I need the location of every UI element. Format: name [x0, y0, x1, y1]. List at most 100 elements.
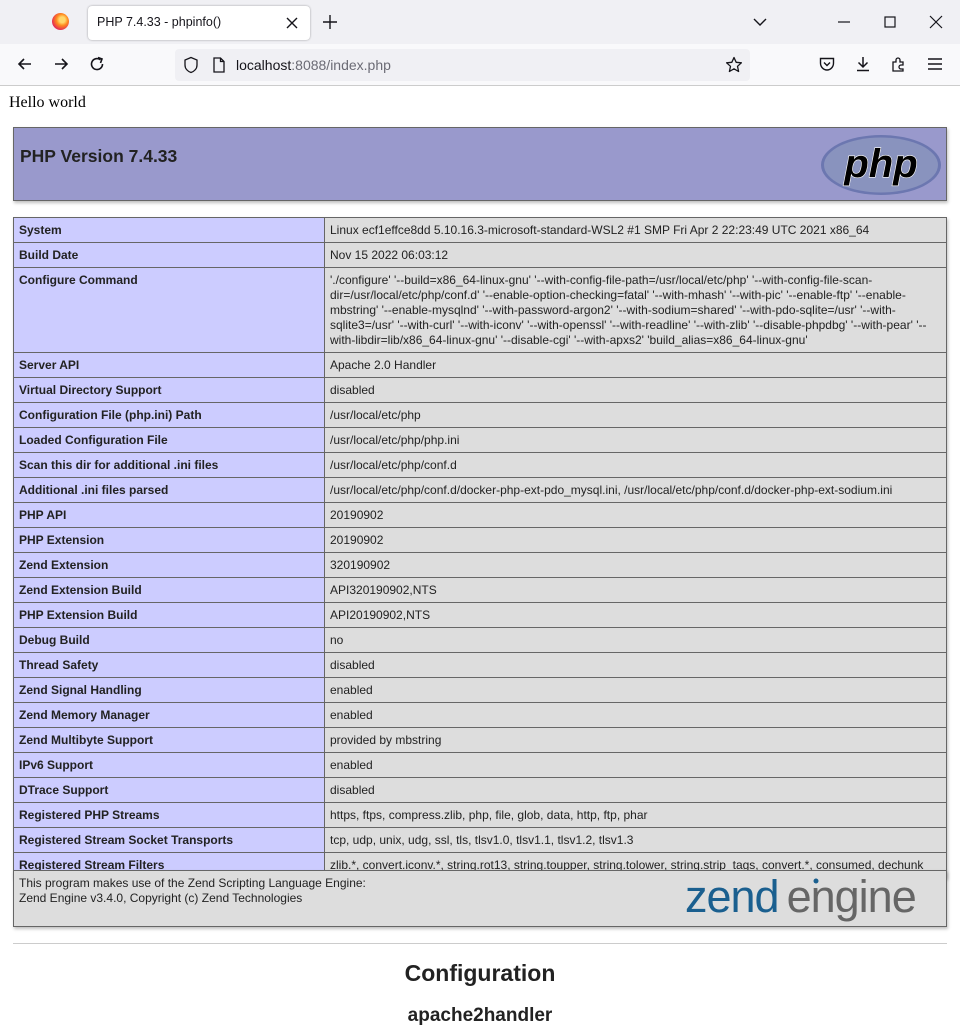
hello-text: Hello world — [9, 94, 86, 111]
info-label: PHP API — [13, 502, 325, 528]
info-label: Additional .ini files parsed — [13, 477, 325, 503]
info-value: provided by mbstring — [324, 727, 947, 753]
info-value: tcp, udp, unix, udg, ssl, tls, tlsv1.0, … — [324, 827, 947, 853]
close-icon[interactable] — [926, 12, 946, 32]
info-row: Build Date Nov 15 2022 06:03:12 — [13, 242, 947, 268]
plus-icon[interactable] — [320, 12, 340, 32]
info-value: disabled — [324, 652, 947, 678]
info-row: System Linux ecf1effce8dd 5.10.16.3-micro… — [13, 217, 947, 243]
navigation-toolbar: localhost:8088/index.php — [0, 44, 960, 86]
zend-line-1: This program makes use of the Zend Scrip… — [19, 876, 366, 890]
info-row: Zend Extension 320190902 — [13, 552, 947, 578]
address-bar[interactable]: localhost:8088/index.php — [175, 49, 750, 81]
info-value: API320190902,NTS — [324, 577, 947, 603]
info-row: Configuration File (php.ini) Path/usr/lo… — [13, 402, 947, 428]
info-row: IPv6 Support enabled — [13, 752, 947, 778]
info-label: Configure Command — [13, 267, 325, 353]
info-label: Thread Safety — [13, 652, 325, 678]
info-label: Zend Signal Handling — [13, 677, 325, 703]
tab-phpinfo[interactable]: PHP 7.4.33 - phpinfo() — [88, 6, 310, 40]
extensions-icon[interactable] — [889, 54, 909, 74]
shield-icon[interactable] — [181, 55, 201, 75]
page-icon[interactable] — [209, 55, 229, 75]
info-value: 320190902 — [324, 552, 947, 578]
download-icon[interactable] — [853, 54, 873, 74]
back-arrow-icon[interactable] — [15, 54, 35, 74]
info-row: Server API Apache 2.0 Handler — [13, 352, 947, 378]
info-value: /usr/local/etc/php/php.ini — [324, 427, 947, 453]
info-value: disabled — [324, 777, 947, 803]
maximize-icon[interactable] — [880, 12, 900, 32]
reload-icon[interactable] — [87, 54, 107, 74]
info-label: Loaded Configuration File — [13, 427, 325, 453]
info-row: Zend Extension Build API320190902,NTS — [13, 577, 947, 603]
svg-text:zendengine: zend engine — [685, 874, 916, 922]
info-row: Zend Multibyte Support provided by mbstri… — [13, 727, 947, 753]
firefox-logo-icon[interactable] — [52, 13, 69, 30]
info-row: Virtual Directory Support disabled — [13, 377, 947, 403]
zend-engine-box: This program makes use of the Zend Scrip… — [13, 870, 947, 927]
info-row: Configure Command './configure' '--build=… — [13, 267, 947, 353]
info-row: Thread Safety disabled — [13, 652, 947, 678]
info-value: enabled — [324, 702, 947, 728]
info-label: System — [13, 217, 325, 243]
php-logo-text: php — [843, 142, 917, 186]
menu-icon[interactable] — [925, 54, 945, 74]
info-row: PHP API 20190902 — [13, 502, 947, 528]
info-label: Build Date — [13, 242, 325, 268]
url-host: localhost — [236, 57, 292, 73]
info-value: enabled — [324, 752, 947, 778]
info-label: Zend Memory Manager — [13, 702, 325, 728]
info-row: Zend Memory Manager enabled — [13, 702, 947, 728]
info-value: no — [324, 627, 947, 653]
url-path: :8088/index.php — [291, 57, 391, 73]
info-value: disabled — [324, 377, 947, 403]
url-text[interactable]: localhost:8088/index.php — [236, 57, 391, 73]
chevron-down-icon[interactable] — [750, 12, 770, 32]
info-value: Apache 2.0 Handler — [324, 352, 947, 378]
info-row: Additional .ini files parsed/usr/local/e… — [13, 477, 947, 503]
info-label: Server API — [13, 352, 325, 378]
info-label: Configuration File (php.ini) Path — [13, 402, 325, 428]
info-row: PHP Extension 20190902 — [13, 527, 947, 553]
info-value: 20190902 — [324, 527, 947, 553]
php-version-title: PHP Version 7.4.33 — [20, 146, 178, 166]
info-value: https, ftps, compress.zlib, php, file, g… — [324, 802, 947, 828]
pocket-icon[interactable] — [817, 54, 837, 74]
configuration-heading: Configuration — [404, 960, 556, 986]
info-value: /usr/local/etc/php/conf.d — [324, 452, 947, 478]
info-row: Scan this dir for additional .ini files /… — [13, 452, 947, 478]
info-value: './configure' '--build=x86_64-linux-gnu'… — [324, 267, 947, 353]
zend-engine-logo[interactable]: zend engine — [685, 874, 941, 926]
info-row: Zend Signal Handling enabled — [13, 677, 947, 703]
zend-logo-word: zend — [685, 874, 779, 922]
info-value: enabled — [324, 677, 947, 703]
info-value: Linux ecf1effce8dd 5.10.16.3-microsoft-s… — [324, 217, 947, 243]
zend-logo-engine-word: engine — [787, 874, 916, 922]
info-row: PHP Extension Build API20190902,NTS — [13, 602, 947, 628]
info-label: DTrace Support — [13, 777, 325, 803]
forward-arrow-icon[interactable] — [51, 54, 71, 74]
php-info-table: System Linux ecf1effce8dd 5.10.16.3-micro… — [13, 217, 947, 878]
minimize-icon[interactable] — [834, 12, 854, 32]
info-value: Nov 15 2022 06:03:12 — [324, 242, 947, 268]
zend-line-2: Zend Engine v3.4.0, Copyright (c) Zend T… — [19, 891, 303, 905]
info-label: Scan this dir for additional .ini files — [13, 452, 325, 478]
close-icon[interactable] — [282, 13, 302, 33]
info-label: Registered PHP Streams — [13, 802, 325, 828]
divider — [13, 943, 947, 944]
info-row: Debug Build no — [13, 627, 947, 653]
info-label: Registered Stream Socket Transports — [13, 827, 325, 853]
php-logo[interactable]: php — [819, 133, 943, 197]
page-content: Hello world PHP Version 7.4.33 php Syste… — [0, 86, 960, 1032]
info-label: Zend Extension Build — [13, 577, 325, 603]
tab-title: PHP 7.4.33 - phpinfo() — [97, 15, 222, 29]
info-label: Virtual Directory Support — [13, 377, 325, 403]
info-label: PHP Extension — [13, 527, 325, 553]
info-row: Registered PHP Streams https, ftps, compr… — [13, 802, 947, 828]
info-value: 20190902 — [324, 502, 947, 528]
info-label: Zend Extension — [13, 552, 325, 578]
star-icon[interactable] — [724, 55, 744, 75]
info-row: Registered Stream Socket Transports tcp, … — [13, 827, 947, 853]
info-label: IPv6 Support — [13, 752, 325, 778]
